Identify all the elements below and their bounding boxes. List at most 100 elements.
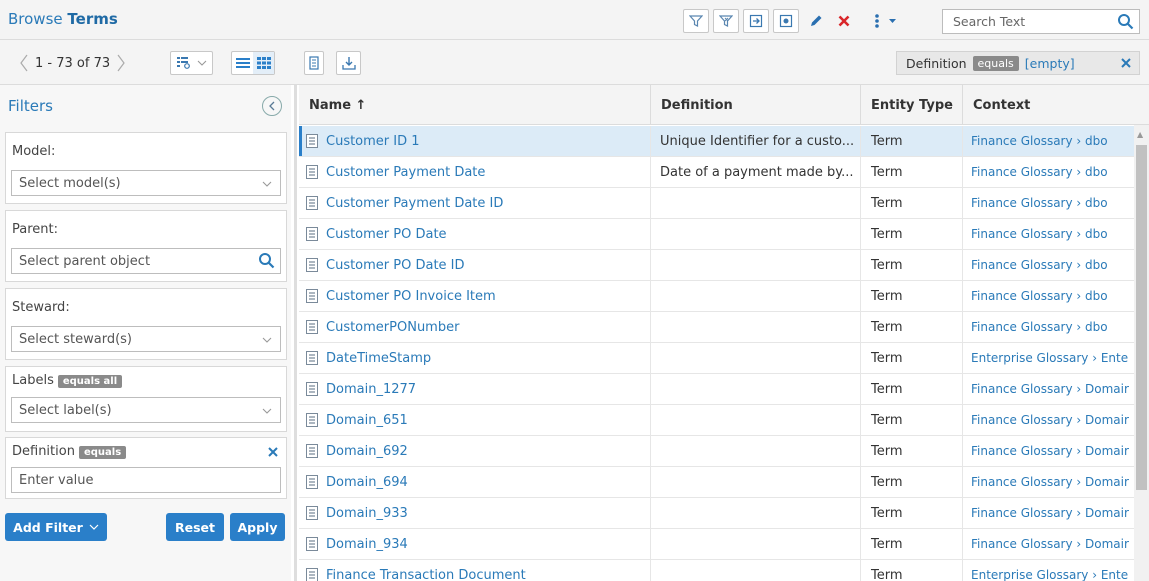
cell-definition[interactable]: Unique Identifier for a custo... [651,126,861,156]
cell-context[interactable]: Enterprise Glossary › Ente [963,343,1134,373]
cell-definition[interactable] [651,498,861,528]
delete-button[interactable] [831,9,857,33]
column-header-entity-type[interactable]: Entity Type [861,85,963,125]
active-filter-value[interactable]: [empty] [1025,56,1075,71]
cell-name[interactable]: Finance Transaction Document [299,560,651,581]
table-row[interactable]: Domain_934 Term Finance Glossary › Domair [299,529,1134,560]
table-row[interactable]: Customer PO Date ID Term Finance Glossary … [299,250,1134,281]
context-link[interactable]: Finance Glossary › Domair [971,413,1129,427]
cell-context[interactable]: Finance Glossary › dbo [963,281,1134,311]
grid-view-button[interactable] [253,52,274,74]
more-options-button[interactable] [860,9,912,33]
context-link[interactable]: Finance Glossary › Domair [971,506,1129,520]
cell-name[interactable]: Customer ID 1 [299,126,651,156]
term-name-link[interactable]: Domain_933 [326,506,408,521]
cell-context[interactable]: Finance Glossary › Domair [963,436,1134,466]
context-link[interactable]: Finance Glossary › Domair [971,382,1129,396]
term-name-link[interactable]: CustomerPONumber [326,320,459,335]
term-name-link[interactable]: Domain_694 [326,475,408,490]
cell-definition[interactable] [651,467,861,497]
cell-context[interactable]: Finance Glossary › Domair [963,467,1134,497]
context-link[interactable]: Finance Glossary › Domair [971,444,1129,458]
cell-name[interactable]: DateTimeStamp [299,343,651,373]
remove-filter-button[interactable] [1113,52,1139,74]
table-row[interactable]: Finance Transaction Document Term Enterpri… [299,560,1134,581]
cell-definition[interactable] [651,343,861,373]
cell-name[interactable]: Customer PO Date ID [299,250,651,280]
cell-definition[interactable] [651,219,861,249]
cell-context[interactable]: Finance Glossary › Domair [963,374,1134,404]
context-link[interactable]: Enterprise Glossary › Ente [971,351,1128,365]
column-header-name[interactable]: Name ↑ [299,85,651,125]
context-link[interactable]: Finance Glossary › dbo [971,227,1108,241]
cell-context[interactable]: Finance Glossary › Domair [963,529,1134,559]
term-name-link[interactable]: Finance Transaction Document [326,568,526,581]
term-name-link[interactable]: Customer PO Date ID [326,258,465,273]
term-name-link[interactable]: Domain_692 [326,444,408,459]
cell-name[interactable]: CustomerPONumber [299,312,651,342]
cell-name[interactable]: Customer PO Date [299,219,651,249]
term-name-link[interactable]: DateTimeStamp [326,351,431,366]
cell-name[interactable]: Domain_692 [299,436,651,466]
cell-name[interactable]: Domain_651 [299,405,651,435]
cell-definition[interactable]: Date of a payment made by... [651,157,861,187]
remove-definition-filter-button[interactable] [268,446,278,461]
context-link[interactable]: Enterprise Glossary › Ente [971,568,1128,581]
cell-name[interactable]: Customer Payment Date ID [299,188,651,218]
table-row[interactable]: Domain_692 Term Finance Glossary › Domair [299,436,1134,467]
cell-definition[interactable] [651,405,861,435]
context-link[interactable]: Finance Glossary › Domair [971,537,1129,551]
apply-button[interactable]: Apply [230,513,285,541]
table-row[interactable]: DateTimeStamp Term Enterprise Glossary › E… [299,343,1134,374]
scroll-up-icon[interactable]: ▲ [1137,130,1143,139]
model-select[interactable]: Select model(s) [11,170,281,196]
sidebar-splitter[interactable] [294,85,297,581]
cell-name[interactable]: Domain_933 [299,498,651,528]
cell-context[interactable]: Finance Glossary › Domair [963,498,1134,528]
term-name-link[interactable]: Customer PO Date [326,227,447,242]
table-row[interactable]: Domain_933 Term Finance Glossary › Domair [299,498,1134,529]
cell-definition[interactable] [651,374,861,404]
context-link[interactable]: Finance Glossary › dbo [971,320,1108,334]
context-link[interactable]: Finance Glossary › dbo [971,165,1108,179]
search-button[interactable] [1117,13,1134,34]
cell-context[interactable]: Finance Glossary › dbo [963,188,1134,218]
cell-name[interactable]: Domain_1277 [299,374,651,404]
cell-definition[interactable] [651,436,861,466]
column-header-context[interactable]: Context [963,85,1149,125]
filter-funnel-button[interactable] [683,9,709,33]
table-row[interactable]: Domain_1277 Term Finance Glossary › Domair [299,374,1134,405]
cell-context[interactable]: Finance Glossary › dbo [963,219,1134,249]
collapse-sidebar-button[interactable] [262,96,282,116]
term-name-link[interactable]: Customer Payment Date [326,165,485,180]
filter-clear-button[interactable] [713,9,739,33]
column-chooser-button[interactable] [170,51,213,75]
term-name-link[interactable]: Customer PO Invoice Item [326,289,496,304]
table-row[interactable]: Customer Payment Date Date of a payment m… [299,157,1134,188]
definition-operator-tag[interactable]: equals [78,446,127,459]
prev-page-button[interactable] [17,52,31,74]
cell-definition[interactable] [651,188,861,218]
cell-name[interactable]: Customer Payment Date [299,157,651,187]
context-link[interactable]: Finance Glossary › Domair [971,475,1129,489]
grid-scrollbar[interactable]: ▲ [1134,125,1149,581]
table-row[interactable]: Domain_651 Term Finance Glossary › Domair [299,405,1134,436]
column-header-definition[interactable]: Definition [651,85,861,125]
term-name-link[interactable]: Customer ID 1 [326,134,420,149]
list-view-button[interactable] [232,57,253,69]
cell-definition[interactable] [651,281,861,311]
reset-button[interactable]: Reset [166,513,224,541]
import-button[interactable] [773,9,799,33]
term-name-link[interactable]: Domain_651 [326,413,408,428]
table-row[interactable]: CustomerPONumber Term Finance Glossary › d… [299,312,1134,343]
cell-context[interactable]: Finance Glossary › dbo [963,157,1134,187]
add-filter-button[interactable]: Add Filter [5,513,107,541]
parent-search[interactable]: Select parent object [11,248,281,274]
details-pane-button[interactable] [304,51,324,75]
labels-select[interactable]: Select label(s) [11,397,281,423]
cell-definition[interactable] [651,560,861,581]
cell-context[interactable]: Finance Glossary › dbo [963,312,1134,342]
context-link[interactable]: Finance Glossary › dbo [971,134,1108,148]
cell-definition[interactable] [651,312,861,342]
next-page-button[interactable] [114,52,128,74]
